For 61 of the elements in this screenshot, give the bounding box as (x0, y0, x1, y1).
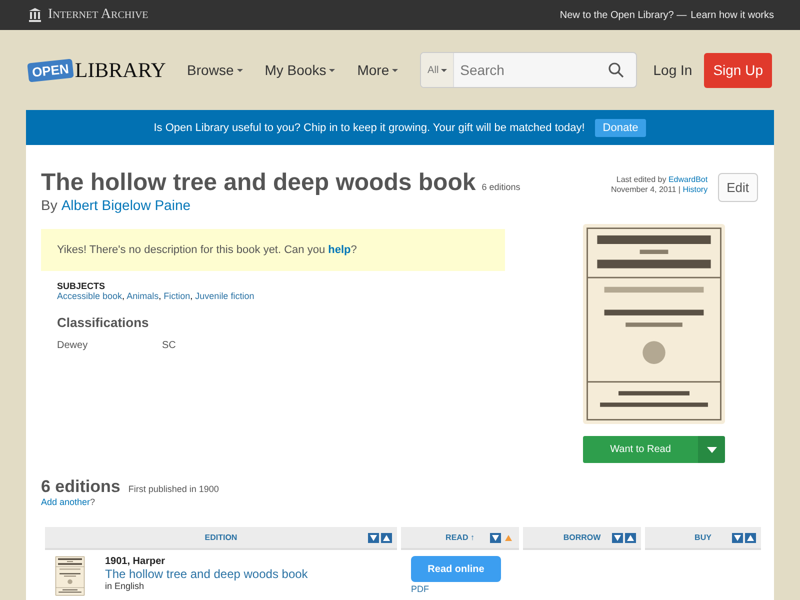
search-field[interactable]: All Search (420, 52, 638, 88)
logo-badge[interactable]: OPEN (27, 58, 74, 82)
comma: , (122, 291, 126, 301)
add-another-link[interactable]: Add another (41, 497, 90, 507)
author-link[interactable]: Albert Bigelow Paine (61, 197, 191, 213)
edit-button[interactable]: Edit (718, 173, 758, 202)
banner-text: Is Open Library useful to you? Chip in to keep it growing. Your gift will be matched today! (154, 122, 585, 134)
pdf-link[interactable]: PDF (411, 584, 519, 594)
editions-heading: 6 editions (41, 477, 120, 497)
signup-button[interactable]: Sign Up (704, 52, 772, 88)
column-sort-link[interactable]: EDITION (204, 533, 238, 542)
internet-archive-logo[interactable]: Internet Archive (48, 7, 148, 23)
sort-down-icon[interactable] (612, 532, 623, 542)
nav-menu[interactable]: My Books (256, 62, 344, 78)
notice-text: Yikes! There's no description for this book yet. Can you help? (57, 244, 357, 256)
sort-up-icon[interactable] (625, 532, 636, 542)
caret-icon (706, 446, 716, 452)
sort-down-icon[interactable] (490, 532, 501, 542)
nav-menu[interactable]: More (349, 62, 406, 78)
nav-menu[interactable]: Browse (179, 62, 251, 78)
column-sort-link[interactable]: READ ↑ (446, 533, 474, 542)
new-user-prompt: New to the Open Library? — (560, 10, 687, 20)
column-sort-link[interactable]: BORROW (563, 533, 601, 542)
classification-label: Dewey (57, 340, 89, 351)
logo-text[interactable]: LIBRARY (74, 58, 166, 82)
subjects-label: SUBJECTS (57, 281, 106, 291)
subject-link[interactable]: Accessible book (57, 291, 122, 301)
comma: , (158, 291, 162, 301)
subject-link[interactable]: Animals (126, 291, 159, 301)
edited-date: November 4, 2011 | (610, 185, 682, 194)
search-icon[interactable] (608, 62, 624, 78)
edition-title-link[interactable]: The hollow tree and deep woods book (105, 567, 308, 581)
history-link[interactable]: History (682, 185, 708, 194)
login-button[interactable]: Log In (647, 61, 698, 79)
question-mark: ? (90, 497, 96, 507)
editions-count: 6 editions (482, 182, 520, 192)
search-scope-dropdown[interactable]: All (421, 53, 454, 87)
edited-label: Last edited by (616, 175, 668, 184)
editor-link[interactable]: EdwardBot (668, 175, 708, 184)
sort-down-icon[interactable] (732, 532, 743, 542)
want-dropdown-button[interactable] (698, 436, 725, 463)
comma: , (190, 291, 194, 301)
sort-up-icon[interactable] (745, 532, 756, 542)
sort-up-icon[interactable] (381, 532, 392, 542)
edition-publisher: 1901, Harper (105, 556, 166, 567)
column-sort-link[interactable]: BUY (694, 533, 712, 542)
subject-link[interactable]: Fiction (164, 291, 190, 301)
sort-down-icon[interactable] (368, 532, 379, 542)
help-link[interactable]: help (328, 244, 351, 256)
want-to-read-button[interactable]: Want to Read (583, 436, 698, 463)
read-online-button[interactable]: Read online (411, 556, 501, 582)
archive-building-icon (28, 8, 42, 22)
by-label: By (41, 197, 58, 213)
edition-language: in English (105, 581, 146, 591)
donate-button[interactable]: Donate (594, 118, 646, 136)
subject-link[interactable]: Juvenile fiction (195, 291, 254, 301)
first-published: First published in 1900 (128, 484, 219, 494)
book-title: The hollow tree and deep woods book (41, 169, 476, 197)
classification-value: SC (162, 340, 176, 351)
classifications-heading: Classifications (57, 315, 150, 330)
learn-link[interactable]: Learn how it works (690, 10, 774, 20)
